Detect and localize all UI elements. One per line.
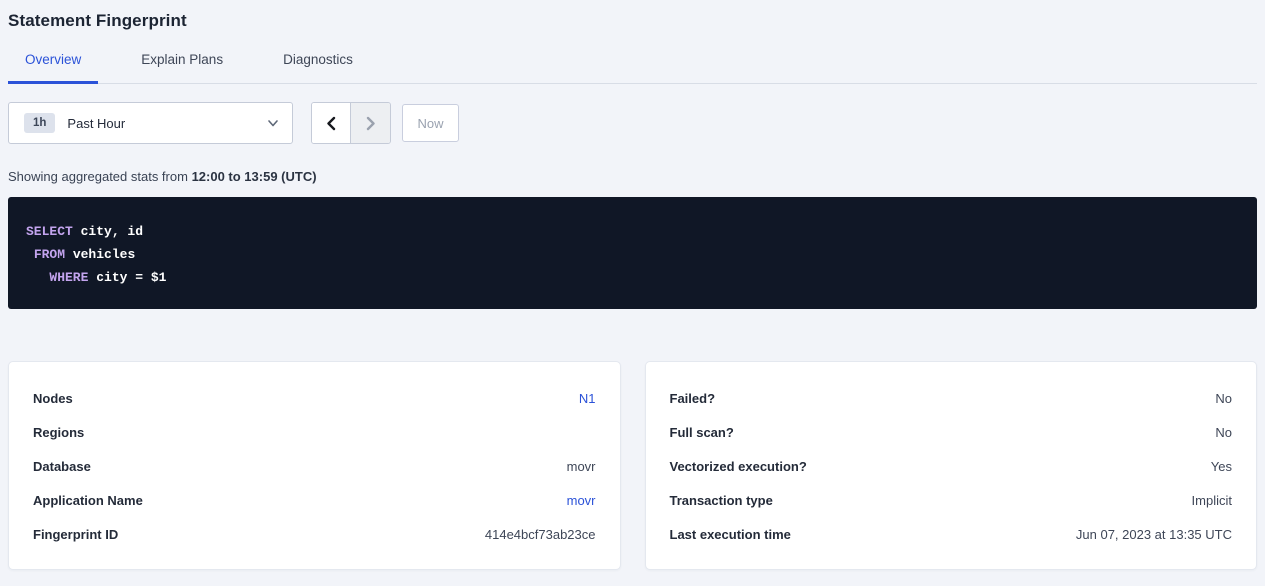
table-row: Nodes N1 — [33, 381, 596, 415]
tab-overview[interactable]: Overview — [8, 52, 98, 84]
time-range-dropdown[interactable]: 1h Past Hour — [8, 102, 293, 144]
prev-time-button[interactable] — [312, 103, 351, 143]
stats-range: 12:00 to 13:59 (UTC) — [192, 169, 317, 184]
table-row: Full scan? No — [670, 415, 1233, 449]
row-label: Transaction type — [670, 493, 773, 508]
sql-text: city, id — [73, 224, 143, 239]
page-title: Statement Fingerprint — [8, 0, 1257, 31]
row-label: Regions — [33, 425, 84, 440]
table-row: Last execution time Jun 07, 2023 at 13:3… — [670, 517, 1233, 551]
row-label: Application Name — [33, 493, 143, 508]
tab-bar: Overview Explain Plans Diagnostics — [8, 52, 1257, 84]
summary-cards: Nodes N1 Regions Database movr Applicati… — [8, 361, 1257, 570]
row-label: Failed? — [670, 391, 716, 406]
table-row: Vectorized execution? Yes — [670, 449, 1233, 483]
table-row: Regions — [33, 415, 596, 449]
now-button[interactable]: Now — [402, 104, 459, 142]
table-row: Transaction type Implicit — [670, 483, 1233, 517]
execution-attributes-card: Failed? No Full scan? No Vectorized exec… — [645, 361, 1258, 570]
vectorized-execution-value: Yes — [1211, 459, 1232, 474]
full-scan-value: No — [1215, 425, 1232, 440]
aggregated-stats-text: Showing aggregated stats from 12:00 to 1… — [8, 169, 1257, 184]
transaction-type-value: Implicit — [1192, 493, 1232, 508]
chevron-down-icon — [267, 117, 279, 129]
sql-keyword: FROM — [34, 247, 65, 262]
sql-keyword: WHERE — [49, 270, 88, 285]
application-name-link[interactable]: movr — [567, 493, 596, 508]
table-row: Fingerprint ID 414e4bcf73ab23ce — [33, 517, 596, 551]
time-controls: 1h Past Hour Now — [8, 102, 1257, 144]
fingerprint-id-value: 414e4bcf73ab23ce — [485, 527, 596, 542]
sql-text: vehicles — [65, 247, 135, 262]
sql-text: city = $1 — [88, 270, 166, 285]
sql-text — [26, 270, 49, 285]
statement-details-card: Nodes N1 Regions Database movr Applicati… — [8, 361, 621, 570]
tab-explain-plans[interactable]: Explain Plans — [124, 52, 240, 84]
time-step-buttons — [311, 102, 391, 144]
time-range-badge: 1h — [24, 113, 55, 133]
table-row: Application Name movr — [33, 483, 596, 517]
row-label: Vectorized execution? — [670, 459, 807, 474]
sql-statement-text: SELECT city, id FROM vehicles WHERE city… — [26, 220, 1239, 289]
row-label: Last execution time — [670, 527, 791, 542]
table-row: Failed? No — [670, 381, 1233, 415]
last-execution-time-value: Jun 07, 2023 at 13:35 UTC — [1076, 527, 1232, 542]
row-label: Nodes — [33, 391, 73, 406]
row-label: Full scan? — [670, 425, 734, 440]
sql-statement-box: SELECT city, id FROM vehicles WHERE city… — [8, 197, 1257, 309]
sql-text — [26, 247, 34, 262]
failed-value: No — [1215, 391, 1232, 406]
next-time-button[interactable] — [351, 103, 390, 143]
row-label: Fingerprint ID — [33, 527, 118, 542]
chevron-left-icon — [324, 116, 339, 131]
sql-keyword: SELECT — [26, 224, 73, 239]
time-range-label: Past Hour — [67, 116, 267, 131]
row-label: Database — [33, 459, 91, 474]
statement-fingerprint-page: Statement Fingerprint Overview Explain P… — [0, 0, 1265, 570]
chevron-right-icon — [363, 116, 378, 131]
stats-prefix: Showing aggregated stats from — [8, 169, 192, 184]
nodes-link[interactable]: N1 — [579, 391, 596, 406]
tab-diagnostics[interactable]: Diagnostics — [266, 52, 370, 84]
table-row: Database movr — [33, 449, 596, 483]
database-value: movr — [567, 459, 596, 474]
